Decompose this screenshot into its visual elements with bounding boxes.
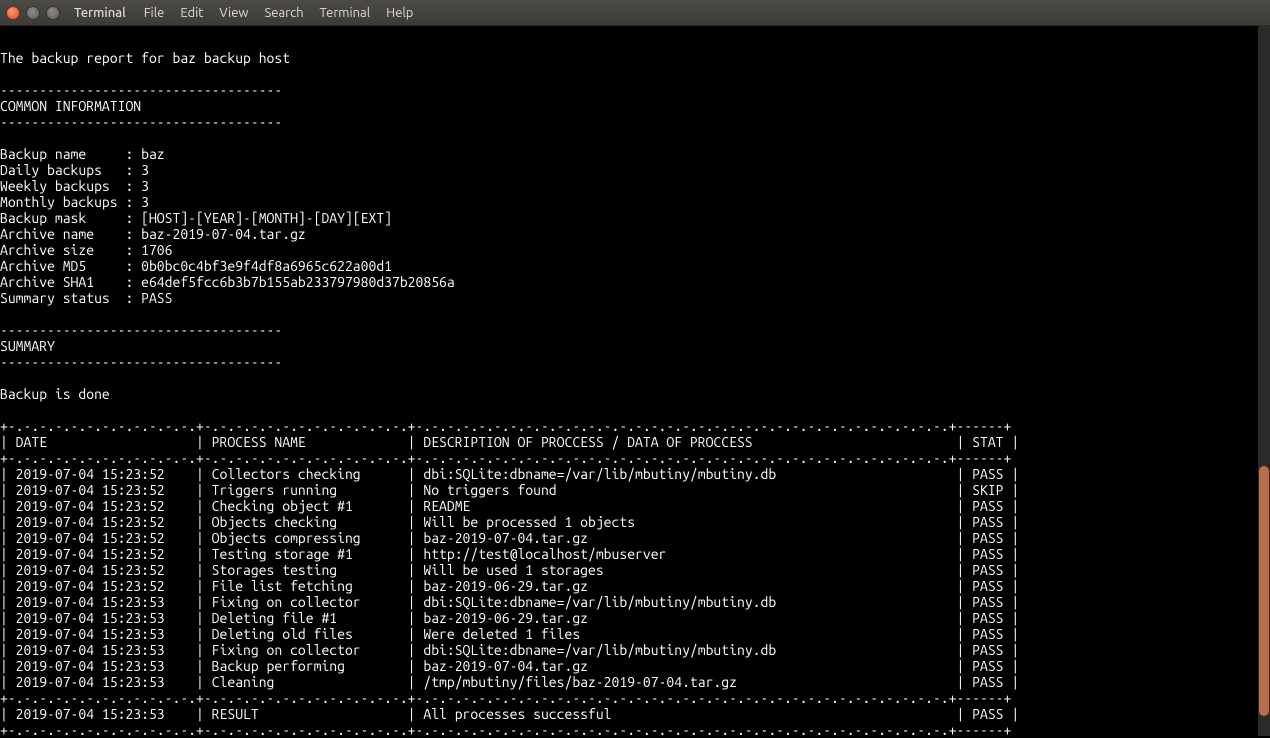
- app-title: Terminal: [74, 6, 126, 20]
- menu-help[interactable]: Help: [386, 6, 413, 20]
- minimize-icon[interactable]: [26, 6, 40, 20]
- window-titlebar: Terminal File Edit View Search Terminal …: [0, 0, 1270, 26]
- scrollbar-track[interactable]: [1258, 26, 1270, 736]
- window-controls: [6, 6, 60, 20]
- terminal-output[interactable]: The backup report for baz backup host --…: [0, 26, 1270, 738]
- menubar: File Edit View Search Terminal Help: [144, 6, 414, 20]
- menu-search[interactable]: Search: [264, 6, 303, 20]
- menu-view[interactable]: View: [219, 6, 248, 20]
- menu-terminal[interactable]: Terminal: [320, 6, 371, 20]
- scrollbar-thumb[interactable]: [1259, 466, 1269, 716]
- menu-edit[interactable]: Edit: [180, 6, 203, 20]
- menu-file[interactable]: File: [144, 6, 165, 20]
- close-icon[interactable]: [6, 6, 20, 20]
- maximize-icon[interactable]: [46, 6, 60, 20]
